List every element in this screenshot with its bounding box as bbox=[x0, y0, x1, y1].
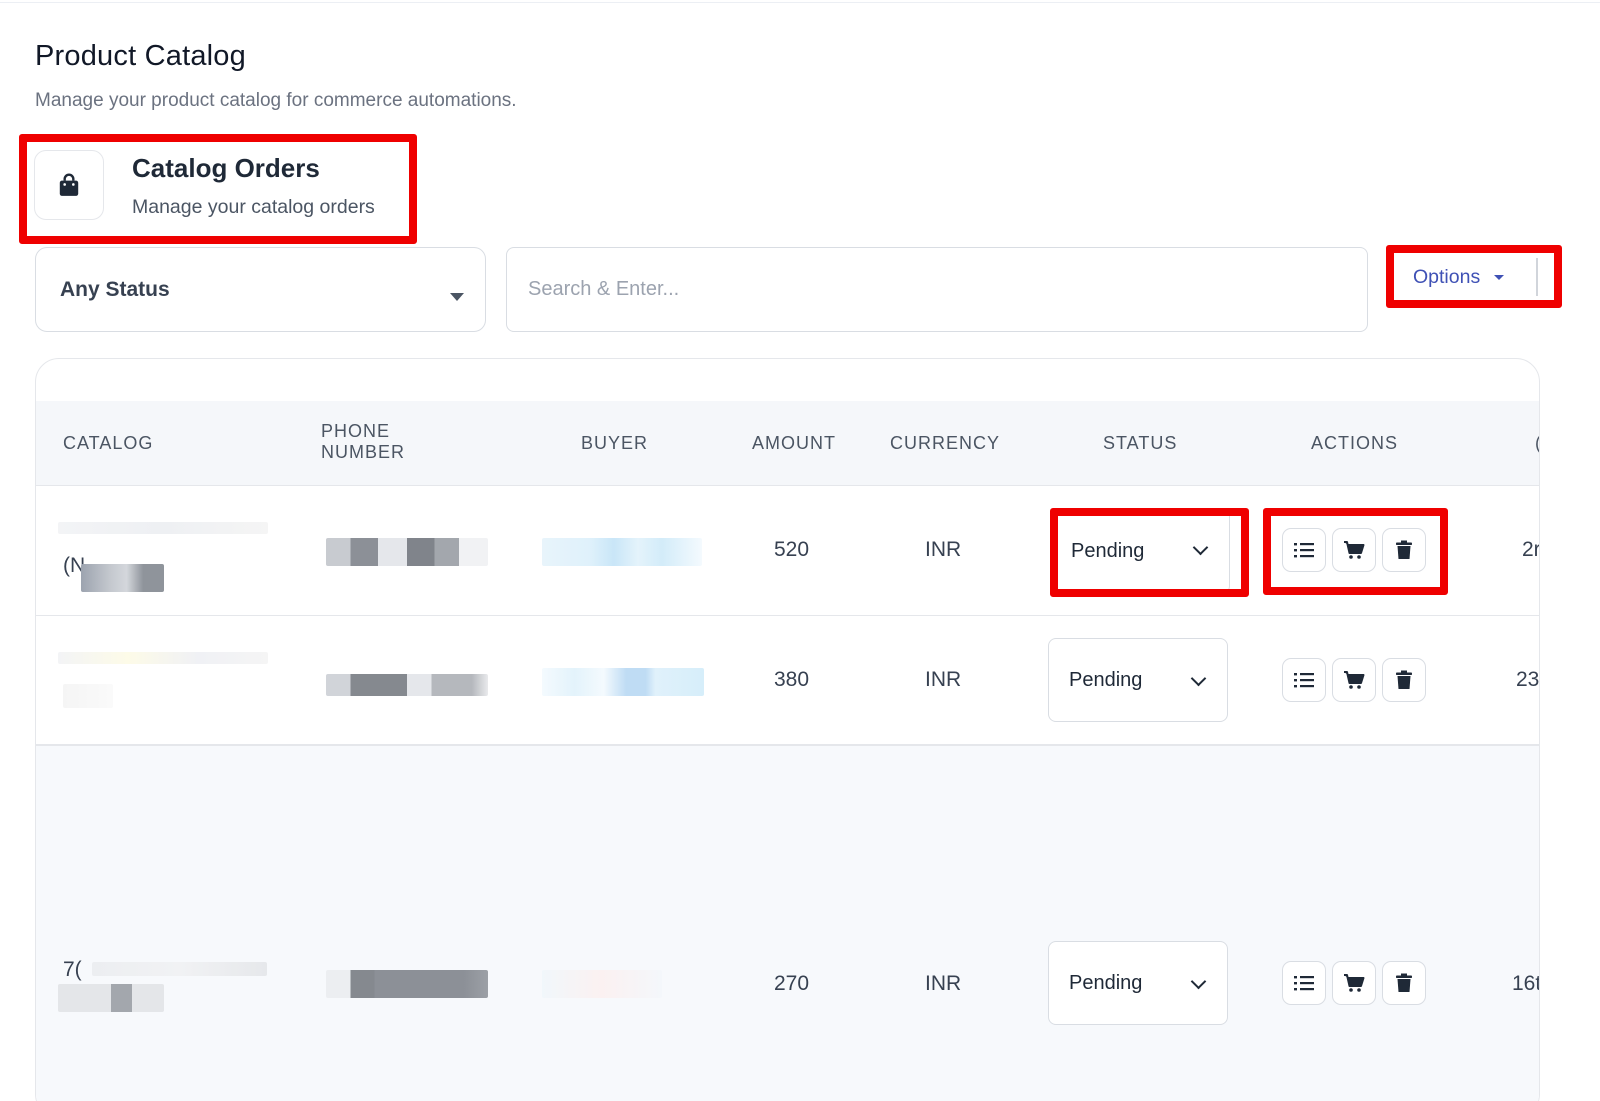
order-status-dropdown[interactable]: Pending bbox=[1050, 508, 1230, 594]
redacted-phone-number bbox=[326, 674, 488, 696]
view-details-button[interactable] bbox=[1282, 528, 1326, 572]
currency-cell: INR bbox=[925, 668, 962, 691]
table-row: (N 520 INR Pending 2r bbox=[36, 486, 1540, 616]
amount-cell: 380 bbox=[774, 668, 810, 691]
cart-button[interactable] bbox=[1332, 658, 1376, 702]
status-filter-select[interactable]: Any Status bbox=[35, 247, 486, 332]
view-details-button[interactable] bbox=[1282, 961, 1326, 1005]
caret-down-icon bbox=[1494, 274, 1505, 280]
col-header-catalog: CATALOG bbox=[63, 433, 154, 453]
delete-button[interactable] bbox=[1382, 528, 1426, 572]
col-header-amount: AMOUNT bbox=[752, 433, 836, 453]
col-header-buyer: BUYER bbox=[581, 433, 649, 453]
redacted-phone-number bbox=[326, 970, 488, 998]
col-header-currency: CURRENCY bbox=[890, 433, 1001, 453]
table-row: 380 INR Pending 23 bbox=[36, 616, 1540, 746]
truncated-cell: 2r bbox=[1522, 538, 1540, 561]
trash-icon bbox=[1396, 540, 1412, 559]
chevron-down-icon bbox=[1192, 539, 1209, 556]
list-icon bbox=[1294, 543, 1314, 558]
options-dropdown-button[interactable]: Options bbox=[1401, 258, 1538, 296]
list-icon bbox=[1294, 976, 1314, 991]
trash-icon bbox=[1396, 670, 1412, 689]
cart-icon bbox=[1344, 541, 1365, 559]
truncated-cell: 16t bbox=[1512, 972, 1540, 995]
cart-icon bbox=[1344, 974, 1365, 992]
orders-table: CATALOG PHONE NUMBER BUYER AMOUNT CURREN… bbox=[35, 358, 1540, 1101]
trash-icon bbox=[1396, 973, 1412, 992]
cart-icon bbox=[1344, 671, 1365, 689]
page-subtitle: Manage your product catalog for commerce… bbox=[35, 90, 517, 111]
catalog-orders-page: Product Catalog Manage your product cata… bbox=[0, 0, 1600, 1101]
redacted-buyer-name bbox=[542, 970, 662, 998]
order-status-value: Pending bbox=[1069, 971, 1143, 994]
redacted-catalog-name bbox=[92, 962, 267, 976]
col-header-actions: ACTIONS bbox=[1311, 433, 1399, 453]
chevron-down-icon bbox=[1190, 973, 1207, 990]
redacted-catalog-id bbox=[58, 984, 164, 1012]
chevron-down-icon bbox=[1190, 670, 1207, 687]
caret-down-icon bbox=[450, 293, 464, 301]
order-status-value: Pending bbox=[1069, 668, 1143, 691]
order-status-dropdown[interactable]: Pending bbox=[1048, 941, 1228, 1025]
order-status-dropdown[interactable]: Pending bbox=[1048, 638, 1228, 722]
redacted-catalog-id bbox=[63, 684, 113, 708]
options-label: Options bbox=[1413, 265, 1481, 288]
section-subtitle: Manage your catalog orders bbox=[132, 196, 375, 218]
catalog-cell: 7( bbox=[63, 958, 82, 981]
top-divider bbox=[0, 0, 1600, 3]
table-header: CATALOG PHONE NUMBER BUYER AMOUNT CURREN… bbox=[36, 401, 1539, 486]
amount-cell: 270 bbox=[774, 972, 810, 995]
currency-cell: INR bbox=[925, 972, 962, 995]
shopping-bag-icon bbox=[59, 173, 79, 196]
section-title: Catalog Orders bbox=[132, 153, 320, 183]
cart-button[interactable] bbox=[1332, 961, 1376, 1005]
delete-button[interactable] bbox=[1382, 961, 1426, 1005]
col-header-status: STATUS bbox=[1103, 433, 1178, 453]
cart-button[interactable] bbox=[1332, 528, 1376, 572]
search-input[interactable] bbox=[506, 247, 1368, 332]
currency-cell: INR bbox=[925, 538, 962, 561]
col-header-phone-number: PHONE NUMBER bbox=[321, 421, 406, 462]
page-title: Product Catalog bbox=[35, 40, 246, 72]
list-icon bbox=[1294, 673, 1314, 688]
catalog-orders-section[interactable]: Catalog Orders Manage your catalog order… bbox=[34, 150, 402, 226]
delete-button[interactable] bbox=[1382, 658, 1426, 702]
order-status-value: Pending bbox=[1071, 539, 1145, 562]
redacted-catalog-name bbox=[58, 522, 268, 534]
redacted-catalog-name bbox=[58, 652, 268, 664]
section-icon-box bbox=[34, 150, 104, 220]
redacted-phone-number bbox=[326, 538, 488, 566]
view-details-button[interactable] bbox=[1282, 658, 1326, 702]
redacted-buyer-name bbox=[542, 538, 702, 566]
redacted-catalog-id bbox=[81, 564, 164, 592]
status-filter-value: Any Status bbox=[60, 278, 170, 301]
redacted-buyer-name bbox=[542, 668, 704, 696]
col-header-truncated: ( bbox=[1535, 433, 1539, 454]
amount-cell: 520 bbox=[774, 538, 810, 561]
truncated-cell: 23 bbox=[1516, 668, 1540, 691]
table-row: 7( 270 INR Pending 16t bbox=[36, 746, 1540, 1101]
